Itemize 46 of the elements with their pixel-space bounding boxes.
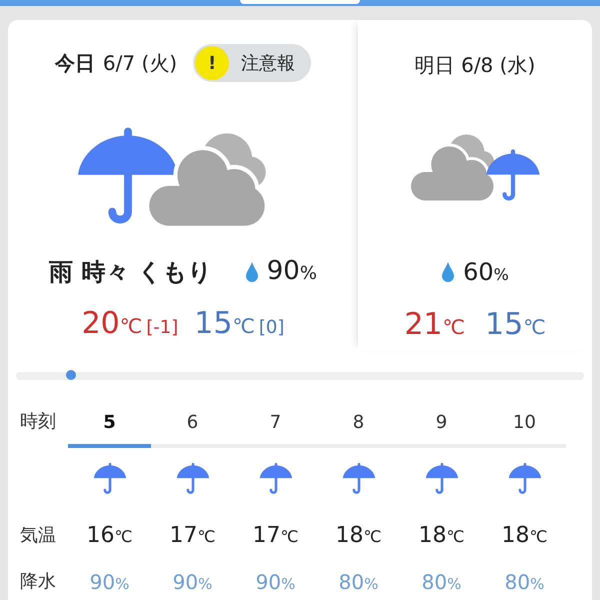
umbrella-icon: [424, 461, 458, 497]
umbrella-icon: [508, 461, 542, 497]
hour-precipitation: 80%: [338, 569, 378, 596]
high-temperature: 20℃: [82, 305, 142, 343]
hour-tab[interactable]: 7: [234, 400, 317, 448]
umbrella-icon: [258, 461, 292, 497]
temperature-difference: [-1]: [146, 316, 178, 340]
hour-tab[interactable]: 6: [151, 400, 234, 448]
raindrop-icon: [244, 262, 259, 282]
hour-precipitation: 90%: [90, 569, 130, 596]
hour-temperature: 18℃: [502, 522, 548, 550]
hour-precipitation: 80%: [422, 569, 462, 596]
hour-tab[interactable]: 9: [400, 400, 483, 448]
hour-tab[interactable]: 8: [317, 400, 400, 448]
precipitation-chance: 60%: [463, 257, 509, 288]
hour-precipitation: 90%: [172, 569, 212, 596]
date-label: 明日 6/8 (水): [414, 52, 536, 79]
row-label: 降水: [20, 570, 57, 594]
date-label: 6/7 (火): [102, 50, 178, 77]
umbrella-icon: [176, 461, 210, 497]
raindrop-icon: [441, 262, 456, 282]
hour-temperature: 17℃: [252, 522, 298, 550]
hour-precipitation: 90%: [256, 569, 296, 596]
low-temperature: 15℃: [194, 305, 255, 343]
high-temperature: 21℃: [404, 306, 465, 344]
row-label: 時刻: [20, 410, 57, 434]
weather-description: 雨 時々 くもり: [49, 256, 213, 288]
warning-badge[interactable]: ! 注意報: [193, 44, 312, 82]
hour-temperature: 17℃: [170, 522, 216, 550]
row-label: 気温: [20, 524, 57, 548]
hour-temperature: 18℃: [336, 522, 382, 550]
low-temperature: 15℃: [485, 306, 546, 344]
umbrella-icon: [92, 461, 126, 497]
tomorrow-panel[interactable]: 明日 6/8 (水) 60% 21℃ 15℃: [358, 20, 592, 350]
hour-temperature: 16℃: [86, 522, 132, 550]
scroll-track[interactable]: [16, 372, 584, 380]
hour-temperature: 18℃: [418, 522, 464, 550]
scroll-thumb[interactable]: [66, 370, 76, 380]
umbrella-icon: [342, 461, 376, 497]
hour-precipitation: 80%: [504, 569, 544, 596]
temperature-difference: [0]: [258, 316, 284, 340]
precipitation-chance: 90%: [266, 255, 317, 288]
hour-tab[interactable]: 5: [68, 400, 151, 448]
hour-tab[interactable]: 10: [483, 400, 566, 448]
day-label: 今日: [54, 50, 95, 77]
warning-icon: !: [195, 46, 230, 80]
